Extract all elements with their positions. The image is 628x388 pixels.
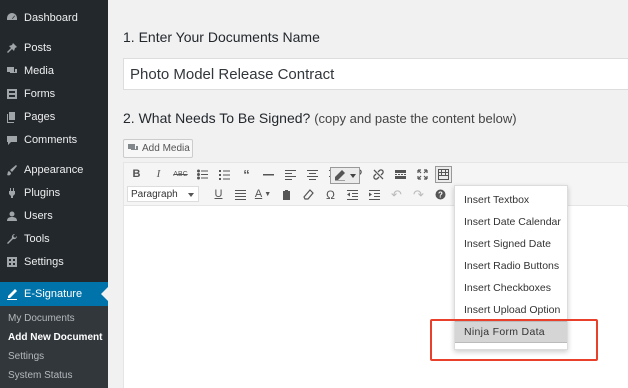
menu-item-insert-upload-option[interactable]: Insert Upload Option [455, 299, 567, 321]
settings-icon [6, 256, 18, 268]
toolbar-toggle-button[interactable] [435, 166, 452, 183]
sidebar-item-posts[interactable]: Posts [0, 37, 108, 59]
horizontal-line-button[interactable] [260, 166, 277, 183]
step2-title: 2. What Needs To Be Signed? [123, 110, 311, 126]
svg-text:?: ? [438, 191, 443, 200]
paste-text-icon[interactable] [278, 186, 295, 203]
dashboard-icon [6, 12, 18, 24]
sidebar-item-label: Tools [24, 233, 50, 245]
sidebar-item-label: Plugins [24, 187, 61, 199]
plugin-icon [6, 187, 18, 199]
paragraph-format-select[interactable]: Paragraph [127, 186, 199, 202]
forms-icon [6, 88, 18, 100]
bold-button[interactable]: B [128, 166, 145, 183]
underline-button[interactable]: U [210, 186, 227, 203]
sidebar-item-label: E-Signature [24, 288, 83, 300]
sidebar-item-plugins[interactable]: Plugins [0, 182, 108, 204]
outdent-button[interactable] [344, 186, 361, 203]
wrench-icon [6, 233, 18, 245]
sidebar-item-label: Appearance [24, 164, 84, 176]
sidebar-item-label: Dashboard [24, 12, 78, 24]
menu-item-insert-textbox[interactable]: Insert Textbox [455, 189, 567, 211]
pen-icon [6, 288, 18, 300]
unlink-icon[interactable] [370, 166, 387, 183]
blockquote-button[interactable]: “ [238, 166, 255, 183]
sidebar-item-label: Settings [24, 256, 64, 268]
pencil-icon [335, 170, 345, 181]
undo-icon[interactable]: ↶ [388, 186, 405, 203]
special-character-button[interactable]: Ω [322, 186, 339, 203]
sidebar-item-e-signature[interactable]: E-Signature [0, 282, 108, 306]
indent-button[interactable] [366, 186, 383, 203]
sidebar-item-settings[interactable]: Settings [0, 251, 108, 273]
document-name-input[interactable]: Photo Model Release Contract [123, 58, 628, 90]
bullet-list-button[interactable] [194, 166, 211, 183]
sidebar-item-label: Pages [24, 111, 56, 123]
sidebar-item-media[interactable]: Media [0, 60, 108, 82]
step2-heading: 2. What Needs To Be Signed? (copy and pa… [123, 110, 517, 126]
comments-icon [6, 134, 18, 146]
numbered-list-button[interactable] [216, 166, 233, 183]
menu-item-insert-checkboxes[interactable]: Insert Checkboxes [455, 277, 567, 299]
brush-icon [6, 164, 18, 176]
sidebar-item-label: Forms [24, 88, 56, 100]
align-left-button[interactable] [282, 166, 299, 183]
submenu-settings[interactable]: Settings [8, 351, 44, 362]
submenu-add-new-document[interactable]: Add New Document [8, 332, 102, 343]
add-media-label: Add Media [142, 143, 190, 154]
step1-heading: 1. Enter Your Documents Name [123, 29, 320, 45]
sidebar-item-appearance[interactable]: Appearance [0, 159, 108, 181]
sidebar-item-forms[interactable]: Forms [0, 83, 108, 105]
pin-icon [6, 42, 18, 54]
highlight-callout-box [430, 319, 598, 361]
esign-insert-button[interactable] [330, 167, 360, 184]
media-icon [6, 65, 18, 77]
read-more-button[interactable] [392, 166, 409, 183]
admin-sidebar: Dashboard Posts Media Forms Pages Commen… [0, 0, 108, 388]
sidebar-item-comments[interactable]: Comments [0, 129, 108, 151]
sidebar-item-label: Comments [24, 134, 78, 146]
chevron-down-icon [188, 193, 194, 197]
e-signature-submenu: My Documents Add New Document Settings S… [0, 306, 108, 388]
italic-button[interactable]: I [150, 166, 167, 183]
add-media-button[interactable]: Add Media [123, 139, 193, 158]
sidebar-item-label: Users [24, 210, 53, 222]
submenu-my-documents[interactable]: My Documents [8, 313, 75, 324]
menu-item-insert-date-calendar[interactable]: Insert Date Calendar [455, 211, 567, 233]
menu-item-insert-signed-date[interactable]: Insert Signed Date [455, 233, 567, 255]
media-icon [128, 144, 138, 153]
sidebar-item-tools[interactable]: Tools [0, 228, 108, 250]
submenu-system-status[interactable]: System Status [8, 370, 72, 381]
clear-formatting-icon[interactable] [300, 186, 317, 203]
format-select-value: Paragraph [131, 188, 178, 200]
menu-item-insert-radio-buttons[interactable]: Insert Radio Buttons [455, 255, 567, 277]
pages-icon [6, 111, 18, 123]
sidebar-item-label: Posts [24, 42, 52, 54]
sidebar-item-label: Media [24, 65, 54, 77]
sidebar-item-users[interactable]: Users [0, 205, 108, 227]
sidebar-item-pages[interactable]: Pages [0, 106, 108, 128]
step2-note: (copy and paste the content below) [314, 111, 517, 126]
redo-icon[interactable]: ↷ [410, 186, 427, 203]
justify-button[interactable] [232, 186, 249, 203]
sidebar-item-dashboard[interactable]: Dashboard [0, 7, 108, 29]
help-icon[interactable]: ? [432, 186, 449, 203]
align-center-button[interactable] [304, 166, 321, 183]
text-color-button[interactable]: A ▼ [252, 186, 274, 203]
strikethrough-button[interactable]: ABC [172, 166, 189, 183]
user-icon [6, 210, 18, 222]
chevron-down-icon [350, 174, 356, 178]
fullscreen-icon[interactable] [414, 166, 431, 183]
